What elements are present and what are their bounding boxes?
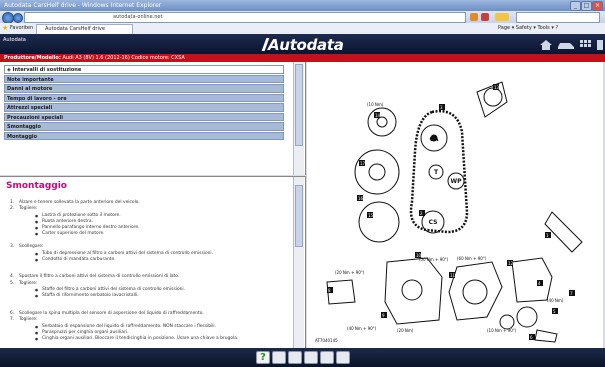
menu-item-notes[interactable]: Note importante	[4, 74, 284, 83]
menu-scrollbar[interactable]	[293, 62, 304, 175]
dimension-label: (60 Nm + 90°)	[457, 256, 487, 261]
step-2: 2. Togliere:	[10, 206, 38, 211]
tab-label: Autodata CarsHelf drive	[45, 26, 105, 32]
document-icon[interactable]	[336, 351, 350, 364]
bottom-toolbar	[0, 348, 605, 367]
print-icon[interactable]	[272, 351, 286, 364]
step-6: 6. Scollegare la spina multipla del senso…	[10, 311, 204, 316]
vehicle-info-bar: Produttore/Modello: Audi A3 (8V) 1.6 (20…	[0, 54, 605, 62]
close-button[interactable]: ×	[592, 1, 603, 11]
part-number: 16	[358, 196, 364, 201]
bullet: Paraspruzzi per cinghia organi ausiliari…	[35, 330, 128, 335]
dimension-label: (20 Nm + 90°)	[335, 270, 365, 275]
address-toolbar: autodata-online.net	[0, 11, 605, 24]
diagram-code: AT7040145	[315, 338, 338, 343]
bullet: Tubo di depressione al filtro a carboni …	[35, 251, 213, 256]
menu-item-precautions[interactable]: Precauzioni speciali	[4, 112, 284, 121]
label-ca: CA	[429, 136, 438, 143]
grid-icon[interactable]	[580, 40, 592, 50]
home-icon[interactable]	[540, 40, 552, 50]
bullet: Condotto di mandata carburante.	[35, 257, 116, 262]
menu-panel: ◈ Intervalli di sostituzione Note import…	[0, 62, 306, 175]
vehicle-label: Produttore/Modello:	[4, 55, 61, 61]
step-3: 3. Scollegare:	[10, 244, 44, 249]
search-input[interactable]	[516, 12, 600, 23]
bullet: Carter superiore del motore.	[35, 231, 104, 236]
bullet: Staffa di rifornimento serbatoio lavacri…	[35, 293, 139, 298]
dimension-label: (40 Nm)	[547, 298, 564, 303]
content-scroll-thumb[interactable]	[295, 185, 303, 247]
address-text: autodata-online.net	[113, 14, 163, 20]
menu-list: ◈ Intervalli di sostituzione Note import…	[4, 65, 284, 141]
star-icon[interactable]: ★	[2, 23, 8, 34]
part-number: 14	[375, 113, 381, 118]
bullet: Staffe del filtro a carboni attivi del s…	[35, 287, 185, 292]
browser-title: Autodata CarsHelf drive - Windows Intern…	[4, 2, 162, 9]
bullet: Lastra di protezione sotto il motore.	[35, 213, 121, 218]
step-1: 1. Alzare e tenere sollevata la parte ant…	[10, 200, 140, 205]
car-icon[interactable]	[557, 40, 575, 50]
bullet: Cinghia organi ausiliari. Bloccare il te…	[35, 336, 238, 341]
menu-scroll-thumb[interactable]	[295, 64, 303, 146]
search-engine-icon[interactable]	[495, 13, 509, 21]
step-5: 5. Togliere:	[10, 281, 38, 286]
address-input[interactable]: autodata-online.net	[24, 12, 466, 23]
section-title: Smontaggio	[6, 181, 67, 191]
settings-icon[interactable]	[304, 351, 318, 364]
tools-icon[interactable]	[288, 351, 302, 364]
label-t: T	[434, 169, 439, 176]
step-7: 7. Togliere:	[10, 317, 38, 322]
refresh-icon[interactable]	[470, 13, 478, 21]
help-icon[interactable]: ?	[256, 351, 270, 364]
dimension-label: (40 Nm + 90°)	[347, 326, 377, 331]
dimension-label: (50 Nm + 90°)	[419, 257, 449, 262]
dimension-label: (20 Nm)	[397, 328, 414, 333]
menu-item-installation[interactable]: Montaggio	[4, 131, 284, 140]
stop-icon[interactable]	[481, 13, 489, 21]
bullet: Pannello parafango interno destro anteri…	[35, 225, 139, 230]
page-tools[interactable]: Page ▾ Safety ▾ Tools ▾ ?	[498, 23, 558, 34]
menu-item-engine-damage[interactable]: Danni al motore	[4, 84, 284, 93]
menu-item-labour-time[interactable]: Tempo di lavoro - ore	[4, 93, 284, 102]
browser-tab[interactable]: Autodata CarsHelf drive	[36, 24, 133, 34]
dimension-label: (10 Nm + 90°)	[487, 328, 517, 333]
favorites-label[interactable]: Favoriten	[10, 23, 33, 34]
menu-item-special-tools[interactable]: Attrezzi speciali	[4, 103, 284, 112]
diagram-panel: CA T WP CS (10 Nm) (20 Nm + 90°) (50 Nm …	[307, 62, 603, 348]
step-4: 4. Spostare il filtro a carboni attivi de…	[10, 274, 180, 279]
bullet: Ruota anteriore destra.	[35, 219, 93, 224]
minimize-button[interactable]: _	[570, 1, 581, 11]
part-number: 13	[494, 85, 500, 90]
autodata-logo: Autodata	[268, 36, 344, 54]
label-wp: WP	[450, 178, 462, 185]
content-scrollbar[interactable]	[293, 177, 304, 349]
bullet: Serbatoio di espansione del liquido di r…	[35, 324, 216, 329]
part-number: 12	[508, 261, 514, 266]
timing-belt-diagram: CA T WP CS (10 Nm) (20 Nm + 90°) (50 Nm …	[315, 81, 583, 343]
part-number: 15	[368, 213, 374, 218]
pencil-icon[interactable]	[320, 351, 334, 364]
part-number: 11	[450, 273, 456, 278]
settings-icon[interactable]	[597, 40, 603, 50]
menu-item-intervals[interactable]: ◈ Intervalli di sostituzione	[4, 65, 284, 74]
dimension-label: (10 Nm)	[367, 102, 384, 107]
browser-title-bar: Autodata CarsHelf drive - Windows Intern…	[0, 0, 605, 11]
forward-button[interactable]	[13, 13, 23, 23]
app-name: Autodata	[3, 37, 26, 43]
vehicle-value: Audi A3 (8V) 1.6 (2012-16) Codice motore…	[62, 55, 185, 61]
maximize-button[interactable]: □	[581, 1, 592, 11]
part-number: 17	[360, 161, 366, 166]
label-cs: CS	[429, 219, 438, 226]
menu-item-removal[interactable]: Smontaggio	[4, 122, 284, 131]
part-number: 10	[416, 253, 422, 258]
